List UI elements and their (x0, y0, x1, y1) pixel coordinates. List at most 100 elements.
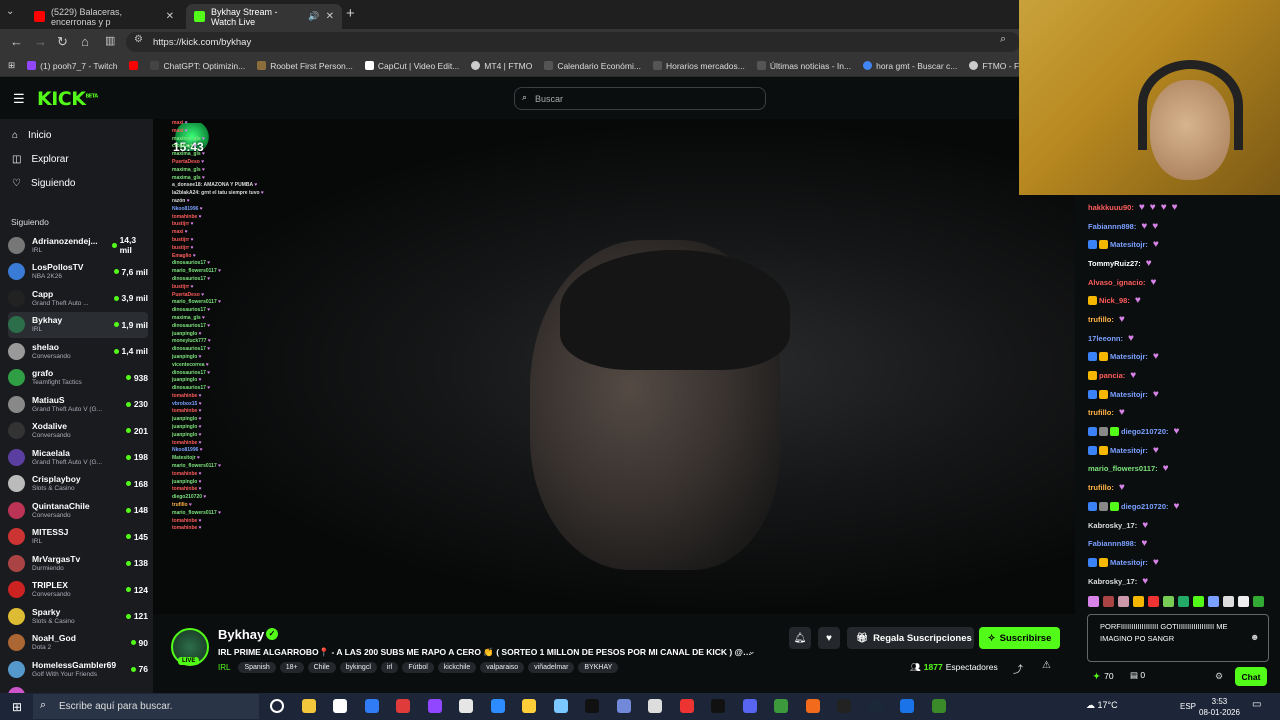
emote-icon[interactable] (1103, 596, 1114, 607)
tab-search-menu-icon[interactable]: ⌄ (6, 6, 14, 17)
nav-siguiendo[interactable]: ♡ Siguiendo (12, 178, 75, 189)
taskbar-app-icon[interactable] (585, 699, 599, 713)
channel-points[interactable]: ✦ 70 (1093, 671, 1114, 682)
taskbar-app-icon[interactable] (427, 699, 442, 713)
emote-icon[interactable] (1208, 596, 1219, 607)
emote-icon[interactable] (1223, 596, 1234, 607)
sidebar-channel[interactable]: MrVargasTv Durmiendo 138 (8, 550, 148, 576)
chat-settings-icon[interactable]: ⚙ (1215, 671, 1223, 682)
tag-pill[interactable]: viñadelmar (528, 662, 575, 673)
search-input[interactable]: Buscar (514, 87, 766, 110)
taskbar-app-icon[interactable] (679, 699, 694, 713)
taskbar-app-icon[interactable] (553, 699, 568, 713)
speaker-icon[interactable]: 🔊 (308, 11, 319, 22)
tag-pill[interactable]: kickchile (437, 662, 477, 673)
kick-logo[interactable]: KICKBETA (37, 88, 98, 110)
forward-icon[interactable]: → (34, 34, 47, 49)
taskbar-app-icon[interactable] (648, 699, 662, 713)
chat-username[interactable]: Fabiannn898: (1088, 222, 1136, 231)
bookmark[interactable]: Calendario Económi... (538, 61, 647, 71)
sidebar-channel[interactable]: Xodalive Conversando 201 (8, 418, 148, 444)
taskbar-search-input[interactable]: Escribe aquí para buscar. (33, 694, 259, 719)
emote-icon[interactable] (1193, 596, 1204, 607)
bookmark[interactable]: MT4 | FTMO (465, 61, 538, 71)
chat-username[interactable]: Alvaso_ignacio: (1088, 278, 1146, 287)
sidebar-channel[interactable]: shelao Conversando 1,4 mil (8, 338, 148, 364)
sidebar-channel[interactable]: NoaH_God Dota 2 90 (8, 630, 148, 656)
sidebar-channel[interactable]: LosPollosTV NBA 2K26 7,6 mil (8, 259, 148, 285)
chat-username[interactable]: diego210720: (1121, 427, 1169, 436)
weather-widget[interactable]: ☁ 17°C (1086, 700, 1118, 711)
streamer-name[interactable]: Bykhay (218, 627, 264, 642)
taskbar-app-icon[interactable] (931, 699, 946, 713)
follow-button[interactable]: ♥ (818, 627, 840, 649)
chat-username[interactable]: hakkkuuu90: (1088, 203, 1134, 212)
bookmark[interactable]: hora gmt - Buscar c... (857, 61, 963, 71)
taskbar-app-icon[interactable] (396, 699, 410, 713)
chevron-down-icon[interactable]: ⌄ (748, 646, 756, 657)
apps-icon[interactable]: ⊞ (0, 60, 21, 71)
taskbar-app-icon[interactable] (616, 699, 631, 713)
chat-username[interactable]: diego210720: (1121, 502, 1169, 511)
tag-pill[interactable]: irl (380, 662, 399, 673)
site-info-icon[interactable]: ⚙ (134, 34, 143, 45)
chat-input[interactable]: PORFIIIIIIIIIIIIIIIIII GOTIIIIIIIIIIIIII… (1087, 614, 1269, 662)
chat-username[interactable]: trufillo: (1088, 483, 1114, 492)
report-icon[interactable]: ⚠ (1042, 660, 1051, 671)
bookmark[interactable]: CapCut | Video Edit... (359, 61, 465, 71)
chat-username[interactable]: trufillo: (1088, 408, 1114, 417)
sidebar-channel[interactable]: MatiauS Grand Theft Auto V (G... 230 (8, 391, 148, 417)
subscribe-button[interactable]: ✧ Suscribirse (979, 627, 1060, 649)
chat-username[interactable]: Matesitojr: (1110, 558, 1148, 567)
share-icon[interactable]: ⤴ (1013, 661, 1023, 676)
close-tab-icon[interactable]: ✕ (326, 11, 334, 22)
emote-icon[interactable] (1088, 596, 1099, 607)
send-chat-button[interactable]: Chat (1235, 667, 1267, 686)
new-tab-button[interactable]: + (346, 5, 355, 22)
menu-icon[interactable]: ☰ (13, 91, 25, 107)
reading-mode-icon[interactable]: ▥ (105, 34, 115, 47)
nav-inicio[interactable]: ⌂ Inicio (12, 130, 51, 141)
close-tab-icon[interactable]: ✕ (166, 11, 174, 22)
taskbar-app-icon[interactable] (490, 699, 505, 713)
sidebar-channel[interactable]: Bykhay IRL 1,9 mil (8, 311, 148, 338)
tag-pill[interactable]: bykingcl (339, 662, 377, 673)
taskbar-app-icon[interactable] (868, 699, 883, 713)
chat-username[interactable]: 17leeonn: (1088, 334, 1123, 343)
bookmark[interactable]: (1) pooh7_7 - Twitch (21, 61, 123, 71)
sidebar-channel[interactable]: Crisplayboy Slots & Casino 168 (8, 471, 148, 497)
nav-explorar[interactable]: ◫ Explorar (12, 154, 69, 165)
category-link[interactable]: IRL (218, 663, 230, 672)
chat-username[interactable]: Fabiannn898: (1088, 539, 1136, 548)
taskbar-app-icon[interactable] (301, 699, 316, 713)
browser-tab-youtube[interactable]: (5229) Balaceras, encerronas y p ✕ (26, 4, 182, 29)
notifications-icon[interactable]: ▭ (1252, 699, 1261, 710)
chat-username[interactable]: Matesitojr: (1110, 446, 1148, 455)
taskbar-app-icon[interactable] (805, 699, 820, 713)
sidebar-channel[interactable]: TRIPLEX Conversando 124 (8, 577, 148, 603)
chat-username[interactable]: Matesitojr: (1110, 240, 1148, 249)
tag-pill[interactable]: Spanish (238, 662, 276, 673)
bookmark[interactable] (123, 61, 144, 70)
taskbar-app-icon[interactable] (270, 699, 284, 713)
taskbar-app-icon[interactable] (837, 699, 851, 713)
chat-username[interactable]: Kabrosky_17: (1088, 577, 1137, 586)
emote-icon[interactable] (1178, 596, 1189, 607)
sidebar-channel[interactable]: Adrianozendej... IRL 14,3 mil (8, 232, 148, 258)
tag-pill[interactable]: Fútbol (402, 662, 434, 673)
tag-pill[interactable]: valparaiso (480, 662, 525, 673)
tag-pill[interactable]: BYKHAY (578, 662, 619, 673)
chat-username[interactable]: Kabrosky_17: (1088, 521, 1137, 530)
sidebar-channel[interactable]: grafo Teamfight Tactics 938 (8, 365, 148, 391)
emote-icon[interactable] (1148, 596, 1159, 607)
sidebar-channel[interactable]: Micaelala Grand Theft Auto V (G... 198 (8, 444, 148, 470)
bookmark[interactable]: Últimas noticias - In... (751, 61, 857, 71)
chat-username[interactable]: Nick_98: (1099, 296, 1130, 305)
back-icon[interactable]: ← (10, 34, 23, 49)
tag-pill[interactable]: Chile (307, 662, 336, 673)
sidebar-channel[interactable]: Capp Grand Theft Auto ... 3,9 mil (8, 285, 148, 311)
bookmark[interactable]: Horarios mercados... (647, 61, 751, 71)
chat-username[interactable]: Matesitojr: (1110, 390, 1148, 399)
taskbar-app-icon[interactable] (333, 699, 347, 713)
language-indicator[interactable]: ESP (1180, 702, 1196, 711)
